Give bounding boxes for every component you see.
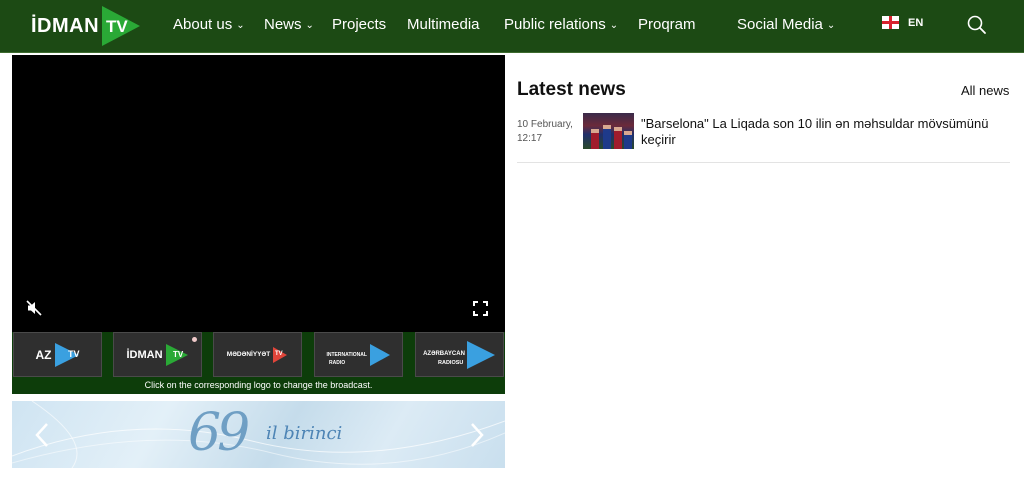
banner-wave-decoration <box>12 401 505 468</box>
channel-medeniyyet-tv[interactable]: MƏDƏNİYYƏT TV <box>213 332 302 377</box>
fullscreen-button[interactable] <box>473 301 488 316</box>
nav-proqram-label: Proqram <box>638 16 696 33</box>
chevron-down-icon: ⌄ <box>305 20 314 31</box>
nav-news[interactable]: News ⌄ <box>264 16 314 33</box>
idman-tv-logo[interactable]: İDMAN TV <box>31 5 142 47</box>
channel-medeniyyet-part2: TV <box>275 351 283 357</box>
channel-international-part1: INTERNATIONAL <box>326 351 367 358</box>
nav-about-us-label: About us <box>173 16 233 33</box>
nav-multimedia[interactable]: Multimedia <box>407 16 480 33</box>
all-news-link[interactable]: All news <box>961 83 1009 98</box>
language-label: EN <box>908 16 924 29</box>
logo-text: İDMAN <box>31 14 100 37</box>
logo-tv-text: TV <box>106 17 128 36</box>
channel-medeniyyet-part1: MƏDƏNİYYƏT <box>226 351 271 358</box>
news-list-item[interactable]: 10 February, 12:17 "Barselona" La Liqada… <box>517 112 1010 163</box>
channel-azerbaycan-radiosu[interactable]: AZƏRBAYCAN RADIOSU <box>415 332 504 377</box>
nav-public-relations[interactable]: Public relations ⌄ <box>504 16 618 33</box>
channel-aztv-part2: TV <box>68 349 80 359</box>
nav-proqram[interactable]: Proqram <box>638 16 696 33</box>
banner-text: il birinci <box>266 423 343 444</box>
channel-idman-part1: İDMAN <box>126 348 163 361</box>
channel-aztv[interactable]: AZ TV <box>13 332 102 377</box>
live-indicator <box>192 337 197 342</box>
nav-about-us[interactable]: About us ⌄ <box>173 16 245 33</box>
nav-multimedia-label: Multimedia <box>407 16 480 33</box>
play-triangle-icon <box>369 343 390 366</box>
news-headline: "Barselona" La Liqada son 10 ilin ən məh… <box>641 116 989 147</box>
mute-icon <box>26 300 42 316</box>
channel-idman-part2: TV <box>173 350 184 359</box>
chevron-down-icon: ⌄ <box>609 20 619 31</box>
nav-social-media-label: Social Media <box>737 16 823 33</box>
news-thumbnail <box>583 113 634 149</box>
news-date: 10 February, 12:17 <box>517 119 573 144</box>
promo-banner-slider[interactable]: 69 il birinci <box>12 401 505 468</box>
chevron-down-icon: ⌄ <box>236 20 245 31</box>
england-flag-icon <box>882 16 899 29</box>
banner-next-button[interactable] <box>467 421 487 449</box>
chevron-left-icon <box>35 423 48 447</box>
site-header: İDMAN TV About us ⌄ News ⌄ Projects Multim… <box>0 0 1024 53</box>
nav-social-media[interactable]: Social Media ⌄ <box>737 16 835 33</box>
nav-projects[interactable]: Projects <box>332 16 386 33</box>
nav-news-label: News <box>264 16 302 33</box>
search-button[interactable] <box>967 15 987 35</box>
search-icon <box>967 15 986 34</box>
fullscreen-icon <box>473 301 488 316</box>
channel-hint: Click on the corresponding logo to chang… <box>144 380 373 390</box>
channel-international-radio[interactable]: INTERNATIONAL RADIO <box>314 332 403 377</box>
logo-tv-badge: TV <box>100 5 142 47</box>
nav-public-relations-label: Public relations <box>504 16 606 33</box>
channel-azerbaycan-part2: RADIOSU <box>438 360 464 366</box>
channel-aztv-part1: AZ <box>35 347 52 362</box>
chevron-right-icon <box>471 423 484 447</box>
channel-idman-tv[interactable]: İDMAN TV <box>113 332 202 377</box>
banner-number: 69 <box>188 403 250 463</box>
mute-button[interactable] <box>26 300 42 316</box>
language-switcher[interactable]: EN <box>882 16 923 29</box>
nav-projects-label: Projects <box>332 16 387 33</box>
play-triangle-icon <box>466 340 495 369</box>
latest-news-heading: Latest news <box>517 79 626 100</box>
channel-international-part2: RADIO <box>329 360 346 366</box>
channel-azerbaycan-part1: AZƏRBAYCAN <box>423 351 465 357</box>
chevron-down-icon: ⌄ <box>826 20 836 31</box>
banner-prev-button[interactable] <box>32 421 52 449</box>
channel-switcher: AZ TV İDMAN TV MƏDƏNİYYƏT TV INTERNATION… <box>12 332 505 394</box>
video-player[interactable] <box>12 55 505 332</box>
